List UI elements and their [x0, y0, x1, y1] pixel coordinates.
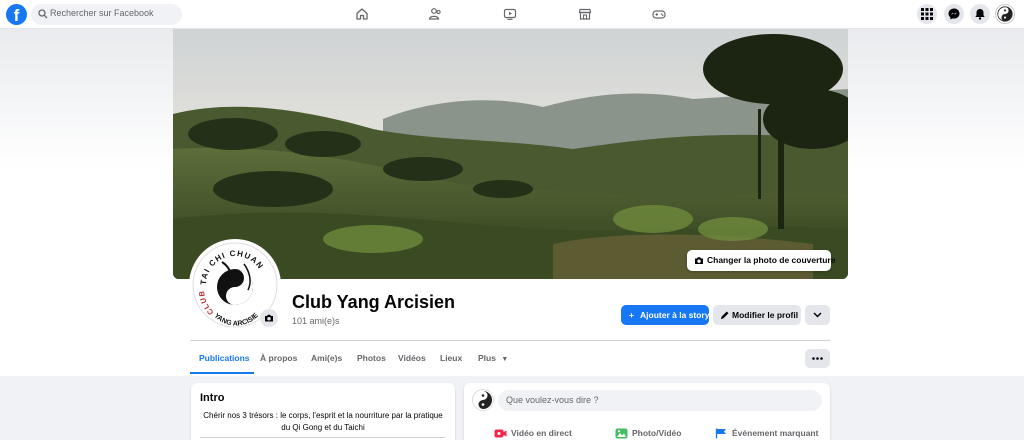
composer-avatar[interactable] [472, 389, 494, 411]
tab-friends[interactable]: Ami(e)s [311, 353, 342, 363]
change-cover-label: Changer la photo de couverture [707, 255, 836, 265]
intro-divider [200, 437, 445, 438]
more-options-button[interactable] [805, 349, 830, 368]
page-title: Club Yang Arcisien [292, 292, 456, 312]
life-event-label: Événement marquant [732, 428, 819, 438]
edit-profile-label: Modifier le profil [732, 310, 799, 320]
add-to-story-label: Ajouter à la story [640, 310, 710, 320]
notifications-icon [975, 9, 985, 20]
facebook-logo[interactable]: f [6, 4, 27, 25]
photo-video-label: Photo/Vidéo [632, 428, 682, 438]
live-video-icon [494, 429, 507, 438]
tab-places[interactable]: Lieux [440, 353, 462, 363]
friends-count[interactable]: 101 ami(e)s [292, 316, 340, 326]
pencil-icon [721, 311, 729, 319]
friends-icon[interactable] [428, 7, 442, 21]
intro-bio: Chérir nos 3 trésors : le corps, l'espri… [203, 411, 443, 432]
menu-grid-icon [921, 8, 933, 20]
marketplace-icon[interactable] [578, 7, 592, 21]
account-avatar[interactable] [995, 4, 1015, 24]
plus-icon: + [629, 310, 634, 320]
composer-placeholder: Que voulez-vous dire ? [506, 395, 599, 405]
tab-about[interactable]: À propos [260, 353, 297, 363]
tab-photos[interactable]: Photos [357, 353, 386, 363]
tab-more-label: Plus [478, 353, 496, 363]
messenger-button[interactable] [944, 4, 964, 24]
active-tab-indicator [190, 372, 254, 374]
messenger-icon [948, 8, 960, 20]
top-navigation-bar: f Rechercher sur Facebook [0, 0, 1024, 29]
caret-down-icon: ▼ [501, 356, 509, 363]
flag-icon [715, 428, 726, 439]
menu-grid-button[interactable] [917, 4, 937, 24]
tab-more[interactable]: Plus ▼ [478, 353, 508, 363]
chevron-down-icon [813, 312, 822, 318]
yin-yang-icon [997, 6, 1013, 22]
add-to-story-button[interactable]: + Ajouter à la story [621, 305, 709, 325]
camera-icon [695, 257, 703, 264]
tab-videos[interactable]: Vidéos [398, 353, 426, 363]
photo-icon [615, 428, 628, 439]
live-video-label: Vidéo en direct [511, 428, 572, 438]
composer-input[interactable]: Que voulez-vous dire ? [498, 390, 822, 411]
tab-publications[interactable]: Publications [199, 353, 250, 363]
change-cover-button[interactable]: Changer la photo de couverture [687, 250, 835, 271]
ellipsis-icon [812, 357, 823, 360]
notifications-button[interactable] [970, 4, 990, 24]
edit-profile-button[interactable]: Modifier le profil [713, 305, 801, 325]
search-icon [38, 9, 48, 19]
profile-dropdown-button[interactable] [805, 305, 830, 325]
home-icon[interactable] [355, 7, 369, 21]
search-placeholder: Rechercher sur Facebook [50, 8, 154, 18]
search-input[interactable]: Rechercher sur Facebook [31, 4, 182, 25]
gaming-icon[interactable] [652, 7, 666, 21]
update-profile-picture-button[interactable] [260, 309, 278, 327]
header-divider [190, 340, 830, 341]
watch-icon[interactable] [503, 7, 517, 21]
yin-yang-icon [474, 391, 492, 409]
intro-title: Intro [200, 392, 225, 404]
camera-icon [265, 314, 273, 322]
